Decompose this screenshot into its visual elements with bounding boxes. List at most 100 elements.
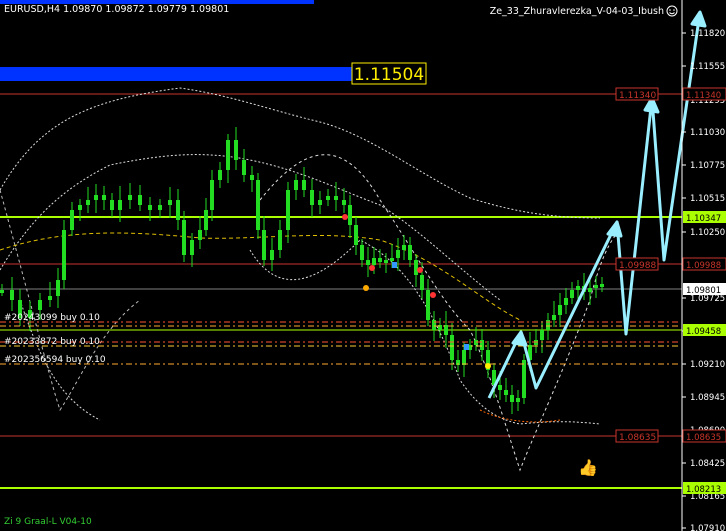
candle-body (594, 285, 598, 288)
candle-body (210, 180, 214, 210)
axis-level-label: 1.11340 (686, 91, 721, 101)
indicator-name: Ze_33_Zhuravlerezka_V-04-03_Ibush (490, 6, 664, 17)
candle-body (262, 230, 266, 260)
candle-body (576, 286, 580, 290)
footer-indicator-label: Zi 9 Graal-L V04-10 (4, 517, 92, 527)
candle-body (348, 205, 352, 225)
candle-body (414, 260, 418, 275)
order-label-1[interactable]: #20243099 buy 0.10 (4, 313, 100, 323)
order-label-3[interactable]: #202356594 buy 0.10 (4, 355, 106, 365)
level-price-labels: 1.11340 1.11340 1.10347 1.09988 1.09988 1.098… (615, 87, 726, 495)
chart-canvas[interactable]: 1.11504 #20243099 buy 0.10 #20233872 buy… (0, 0, 726, 531)
axis-tick-label: 1.10775 (690, 161, 725, 171)
axis-level-label: 1.09988 (686, 261, 721, 271)
candle-body (226, 140, 230, 170)
candle-body (552, 315, 556, 320)
candle-body (384, 260, 388, 263)
candle-body (110, 200, 114, 210)
candle-body (148, 205, 152, 210)
candle-body (396, 250, 400, 258)
level-box-label: 1.08635 (619, 433, 656, 443)
candle-body (372, 258, 376, 265)
price-box-value: 1.11504 (354, 65, 424, 85)
smiley-icon[interactable] (666, 5, 678, 17)
candle-body (198, 230, 202, 240)
candle-body (588, 288, 592, 292)
candle-body (182, 220, 186, 255)
candle-body (510, 395, 514, 402)
candle-body (204, 210, 208, 230)
candle-body (318, 200, 322, 205)
candle-body (498, 385, 502, 390)
candle-body (176, 200, 180, 220)
candle-body (56, 280, 60, 296)
candle-body (564, 298, 568, 305)
zigzag-arrows (487, 10, 707, 399)
candle-body (10, 290, 14, 300)
candle-body (326, 196, 330, 200)
axis-tick-label: 1.11030 (690, 128, 725, 138)
candle-body (462, 350, 466, 365)
candle-body (570, 290, 574, 298)
candle-body (86, 200, 90, 205)
axis-level-label: 1.08635 (686, 433, 721, 443)
axis-tick-label: 1.08945 (690, 393, 725, 403)
candle-body (366, 260, 370, 265)
candle-body (78, 205, 82, 210)
candle-body (38, 300, 42, 310)
candle-body (250, 175, 254, 180)
candle-body (342, 200, 346, 205)
candle-body (256, 180, 260, 230)
candle-body (128, 195, 132, 200)
thumbs-up-icon: 👍 (578, 458, 598, 477)
axis-tick-label: 1.07910 (690, 524, 725, 531)
candle-body (278, 230, 282, 250)
candle-body (310, 190, 314, 205)
level-lines (0, 93, 682, 489)
candle-body (234, 140, 238, 160)
candle-body (504, 390, 508, 395)
candle-body (408, 245, 412, 260)
price-axis[interactable]: 1.118201.115551.112951.110301.107751.105… (682, 29, 725, 531)
axis-tick-label: 1.10250 (690, 228, 725, 238)
candle-body (294, 180, 298, 190)
envelope-bands (0, 87, 621, 472)
candle-body (118, 200, 122, 210)
candle-body (242, 160, 246, 175)
candle-body (70, 210, 74, 230)
candle-body (378, 258, 382, 262)
candle-body (390, 258, 394, 261)
axis-tick-label: 1.09210 (690, 360, 725, 370)
candle-body (354, 225, 358, 245)
candle-body (402, 245, 406, 250)
candle-body (516, 398, 520, 402)
axis-tick-label: 1.11555 (690, 62, 725, 72)
axis-level-label: 1.09458 (686, 327, 721, 337)
candle-body (420, 275, 424, 290)
candle-body (360, 245, 364, 260)
candle-body (138, 195, 142, 205)
candle-body (168, 200, 172, 205)
candle-body (334, 196, 338, 200)
candle-body (522, 360, 526, 398)
order-label-2[interactable]: #20233872 buy 0.10 (4, 337, 100, 347)
candle-body (190, 240, 194, 255)
axis-level-label: 1.09801 (686, 286, 721, 296)
candle-body (600, 284, 604, 287)
candle-body (426, 290, 430, 320)
candle-body (450, 335, 454, 360)
candle-body (302, 180, 306, 190)
candle-body (270, 250, 274, 260)
candle-body (62, 230, 66, 280)
candle-body (158, 205, 162, 210)
axis-tick-label: 1.10515 (690, 194, 725, 204)
axis-tick-label: 1.08425 (690, 459, 725, 469)
level-box-label: 1.09988 (619, 261, 656, 271)
candle-body (286, 190, 290, 230)
blue-target-bar (0, 67, 352, 81)
candle-body (218, 170, 222, 180)
candle-body (558, 305, 562, 315)
axis-level-label: 1.10347 (686, 214, 721, 224)
candle-body (102, 195, 106, 200)
level-box-label: 1.11340 (619, 91, 656, 101)
